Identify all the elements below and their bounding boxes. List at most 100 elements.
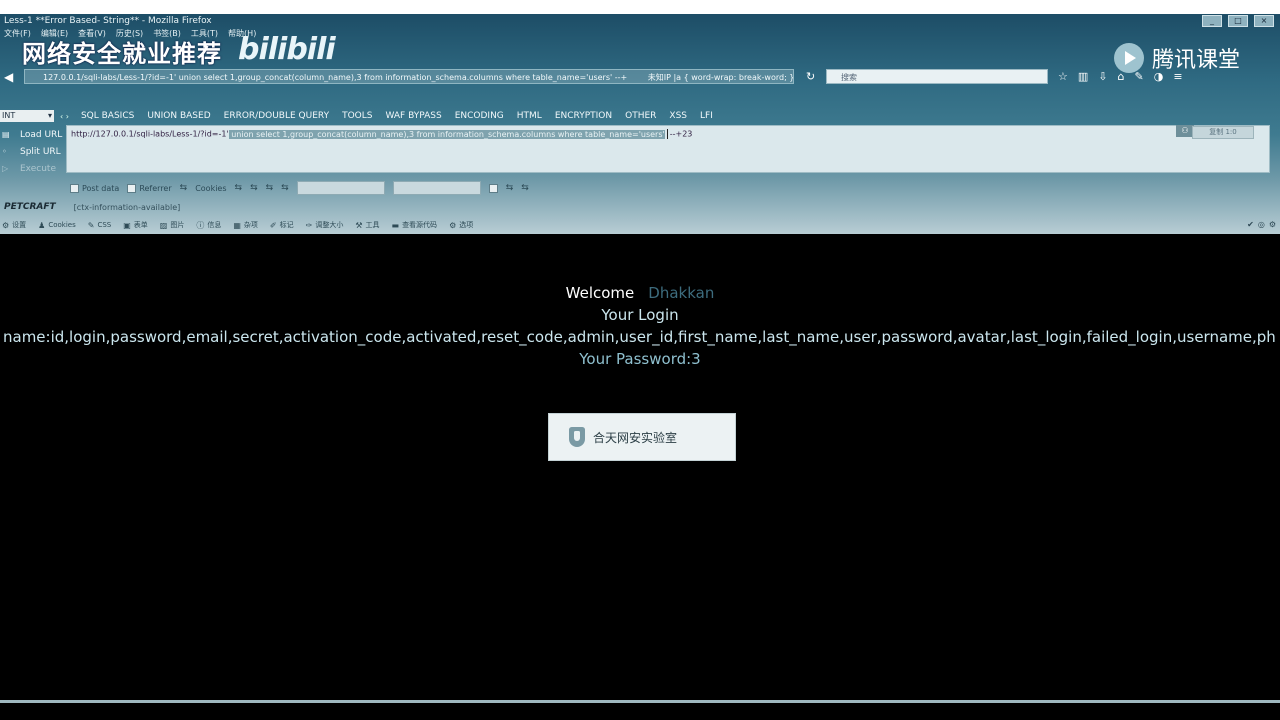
tool-label: 查看源代码 (402, 221, 438, 229)
menu-icon[interactable]: ≡ (1173, 70, 1182, 83)
tool-label: 信息 (207, 221, 222, 229)
replace-input-2[interactable] (392, 181, 481, 195)
welcome-line: Welcome Dhakkan (0, 284, 1280, 302)
swap-icon[interactable]: ⇆ (235, 183, 243, 193)
tool-label: 杂项 (243, 221, 258, 229)
replace-input-1[interactable] (296, 181, 385, 195)
tool-label: 工具 (365, 221, 380, 229)
menu-other[interactable]: OTHER (625, 111, 656, 121)
addon-icon[interactable]: ✎ (1134, 70, 1143, 83)
top-edge (0, 0, 1280, 14)
cookies-label: Cookies (195, 183, 227, 193)
misc-icon: ▦ (233, 220, 241, 230)
gear-icon[interactable]: ⚙ (1269, 220, 1276, 229)
tool-css[interactable]: ✎ CSS (88, 221, 111, 230)
arrows-icon: ‹ › (60, 111, 69, 121)
hackbar-options: Post data Referrer ⇆ Cookies ⇆ ⇆ ⇆ ⇆ ⇆ ⇆ (70, 180, 1270, 196)
tool-resize[interactable]: ✑ 调整大小 (306, 220, 344, 230)
load-url-icon: ▤ (2, 130, 10, 139)
window-title: Less-1 **Error Based- String** - Mozilla… (4, 16, 212, 26)
menu-union-based[interactable]: UNION BASED (147, 111, 210, 121)
browser-chrome: Less-1 **Error Based- String** - Mozilla… (0, 14, 1280, 234)
address-url: 127.0.0.1/sqli-labs/Less-1/?id=-1' union… (43, 73, 628, 82)
load-url-button[interactable]: ▤ Load URL (0, 126, 64, 143)
menu-xss[interactable]: XSS (669, 111, 687, 121)
url-selected-text: union select 1,group_concat(column_name)… (228, 129, 665, 139)
tool-images[interactable]: ▨ 图片 (160, 220, 185, 230)
download-icon[interactable]: ⇩ (1098, 70, 1107, 83)
back-arrow-icon[interactable]: ◀ (4, 70, 18, 84)
bilibili-logo: bilibili (238, 32, 336, 67)
menu-encoding[interactable]: ENCODING (455, 111, 504, 121)
check-icon: ✔ (1247, 220, 1254, 229)
window-controls: _ □ × (1202, 15, 1274, 27)
search-input[interactable]: 搜索 (826, 69, 1048, 84)
execute-button[interactable]: ▷ Execute (0, 160, 64, 177)
tool-label: 表单 (133, 221, 148, 229)
maximize-button[interactable]: □ (1228, 15, 1248, 27)
tool-cookies[interactable]: ♟ Cookies (38, 221, 76, 230)
login-name-result: name:id,login,password,email,secret,acti… (3, 328, 1276, 346)
swap-icon[interactable]: ⇆ (250, 183, 258, 193)
url-suffix: --+23 (669, 129, 693, 139)
tool-label: 调整大小 (315, 221, 344, 229)
menu-error-double-query[interactable]: ERROR/DOUBLE QUERY (224, 111, 329, 121)
copy-button[interactable]: 复制 1:0 (1192, 126, 1254, 139)
tool-options[interactable]: ⚙ 选项 (449, 220, 473, 230)
resize-icon: ✑ (305, 220, 313, 230)
minimize-button[interactable]: _ (1202, 15, 1222, 27)
menu-tools[interactable]: TOOLS (342, 111, 372, 121)
referrer-checkbox[interactable] (127, 183, 137, 193)
reload-icon[interactable]: ↻ (806, 70, 815, 83)
user-name: Dhakkan (648, 284, 715, 302)
cookies-option[interactable]: Cookies (195, 184, 226, 193)
swap-icon[interactable]: ⇆ (506, 183, 514, 193)
hackbar-url-textarea[interactable]: http://127.0.0.1/sqli-labs/Less-1/?id=-1… (66, 125, 1270, 173)
replace-all-checkbox[interactable] (488, 183, 498, 193)
swap-icon[interactable]: ⇆ (281, 183, 289, 193)
tool-outline[interactable]: ✐ 标记 (270, 220, 294, 230)
hackbar-menu: INT ‹ › SQL BASICS UNION BASED ERROR/DOU… (0, 108, 1280, 124)
lab-label: 合天网安实验室 (593, 430, 678, 445)
status-icons: ✔ ◎ ⚙ (1247, 220, 1276, 229)
login-title: Your Login (601, 306, 679, 324)
watermark-text: 网络安全就业推荐 (22, 40, 222, 68)
lab-logo-card: 合天网安实验室 (548, 413, 736, 461)
menu-waf-bypass[interactable]: WAF BYPASS (385, 111, 441, 121)
tool-settings[interactable]: ⚙ 设置 (2, 220, 26, 230)
split-url-button[interactable]: ◦ Split URL (0, 143, 64, 160)
menu-sql-basics[interactable]: SQL BASICS (81, 111, 134, 121)
swap-icon[interactable]: ⇆ (266, 183, 274, 193)
menu-lfi[interactable]: LFI (700, 111, 713, 121)
context-hint: [ctx-information-available] (73, 202, 181, 212)
tool-misc[interactable]: ▦ 杂项 (233, 220, 258, 230)
swap-icon[interactable]: ⇆ (180, 183, 188, 193)
search-placeholder: 搜索 (841, 73, 857, 82)
post-data-option[interactable]: Post data (70, 183, 119, 193)
menu-html[interactable]: HTML (517, 111, 542, 121)
type-select[interactable]: INT (0, 110, 54, 122)
referrer-option[interactable]: Referrer (127, 183, 172, 193)
form-icon: ▣ (123, 220, 131, 230)
tool-forms[interactable]: ▣ 表单 (123, 220, 148, 230)
menu-encryption[interactable]: ENCRYPTION (555, 111, 612, 121)
sync-icon[interactable]: ◑ (1154, 70, 1164, 83)
pen-icon: ✐ (269, 220, 277, 230)
home-icon[interactable]: ⌂ (1118, 70, 1125, 83)
library-icon[interactable]: ▥ (1078, 70, 1088, 83)
post-data-checkbox[interactable] (70, 183, 79, 193)
hackbar-actions: ▤ Load URL ◦ Split URL ▷ Execute (0, 126, 64, 177)
tool-tools[interactable]: ⚒ 工具 (355, 220, 379, 230)
tool-info[interactable]: ⓘ 信息 (196, 220, 221, 231)
password-result: Your Password:3 (579, 350, 701, 368)
image-icon: ▨ (159, 220, 168, 230)
tool-view-source[interactable]: ▬ 查看源代码 (392, 220, 438, 230)
swap-icon[interactable]: ⇆ (521, 183, 529, 193)
close-button[interactable]: × (1254, 15, 1274, 27)
tool-label: Cookies (48, 221, 76, 229)
address-bar[interactable]: 127.0.0.1/sqli-labs/Less-1/?id=-1' union… (24, 69, 794, 84)
tool-label: CSS (97, 221, 112, 229)
bookmark-star-icon[interactable]: ☆ (1058, 70, 1068, 83)
wrench-icon: ⚒ (355, 220, 363, 230)
page-css-hint: 未知IP |a { word-wrap: break-word; }a:link… (647, 73, 794, 82)
